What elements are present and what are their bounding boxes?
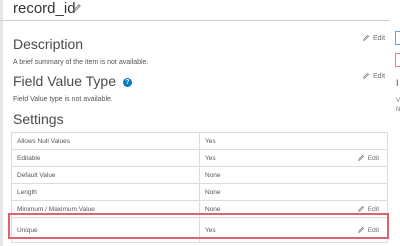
setting-value: Yes Edit — [199, 149, 388, 167]
pencil-icon — [357, 154, 364, 161]
description-edit-label: Edit — [373, 34, 386, 42]
setting-name: Length — [11, 183, 200, 201]
table-row: Allows Null Values Yes — [11, 132, 388, 150]
description-heading: Description — [13, 36, 84, 52]
setting-name: Editable — [11, 149, 200, 167]
page-title: record_id — [13, 0, 76, 17]
setting-value: None — [199, 183, 388, 201]
pencil-icon — [357, 205, 364, 212]
page-header: record_id — [0, 0, 390, 21]
settings-heading: Settings — [13, 111, 64, 127]
field-value-type-heading: Field Value Type ? — [13, 73, 132, 89]
right-panel-button[interactable] — [395, 31, 400, 45]
editable-edit-button[interactable]: Edit — [357, 154, 379, 162]
left-panel-edge — [0, 0, 3, 246]
description-edit-button[interactable]: Edit — [362, 34, 385, 42]
field-value-type-edit-label: Edit — [373, 72, 386, 80]
description-text: A brief summary of the item is not avail… — [13, 59, 149, 66]
pencil-icon — [363, 34, 370, 41]
right-panel-text: N — [396, 107, 400, 113]
setting-value: Yes — [199, 132, 388, 150]
help-icon[interactable]: ? — [122, 78, 132, 87]
right-panel-button[interactable] — [395, 53, 400, 67]
right-panel-text: I — [396, 78, 399, 88]
right-panel-text: V — [396, 98, 400, 104]
field-value-type-text: Field Value type is not available. — [13, 96, 113, 103]
setting-value: None — [199, 166, 388, 184]
min-max-edit-button[interactable]: Edit — [357, 205, 379, 213]
setting-name: Allows Null Values — [11, 132, 200, 150]
setting-name: Default Value — [11, 166, 200, 184]
field-value-type-edit-button[interactable]: Edit — [362, 72, 385, 80]
pencil-icon — [363, 72, 370, 79]
table-row: Editable Yes Edit — [11, 149, 388, 167]
table-row: Length None — [11, 183, 388, 201]
unique-row-highlight — [8, 213, 389, 239]
table-row: Default Value None — [11, 166, 388, 184]
field-value-type-title: Field Value Type — [13, 73, 116, 89]
pencil-icon[interactable] — [72, 3, 82, 13]
